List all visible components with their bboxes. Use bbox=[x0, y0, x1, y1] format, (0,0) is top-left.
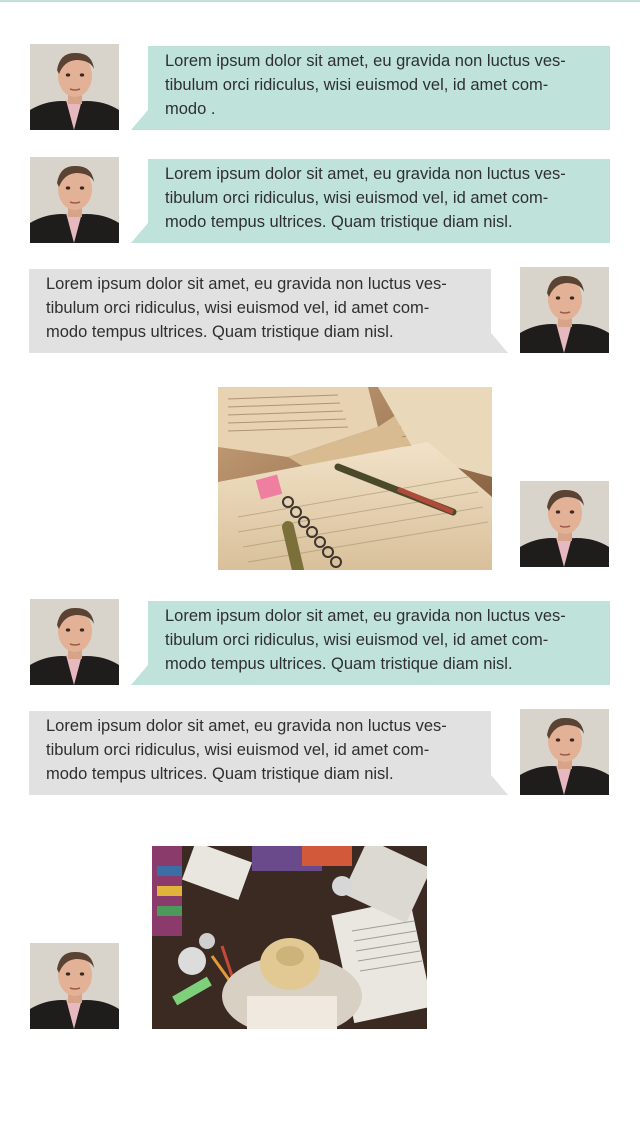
books-and-notebook-photo[interactable] bbox=[218, 387, 492, 570]
message-line: modo tempus ultrices. Quam tristique dia… bbox=[165, 655, 513, 673]
bubble-tail bbox=[131, 110, 148, 130]
message-bubble[interactable]: Lorem ipsum dolor sit amet, eu gravida n… bbox=[29, 269, 491, 353]
avatar[interactable] bbox=[520, 709, 609, 795]
avatar[interactable] bbox=[520, 267, 609, 353]
message-bubble[interactable]: Lorem ipsum dolor sit amet, eu gravida n… bbox=[148, 46, 610, 130]
message-line: modo tempus ultrices. Quam tristique dia… bbox=[46, 765, 394, 783]
bubble-tail bbox=[491, 775, 508, 795]
message-bubble[interactable]: Lorem ipsum dolor sit amet, eu gravida n… bbox=[29, 711, 491, 795]
message-incoming[interactable]: Lorem ipsum dolor sit amet, eu gravida n… bbox=[0, 599, 640, 685]
bubble-tail bbox=[131, 223, 148, 243]
message-line: modo tempus ultrices. Quam tristique dia… bbox=[165, 213, 513, 231]
avatar[interactable] bbox=[30, 943, 119, 1029]
message-line: Lorem ipsum dolor sit amet, eu gravida n… bbox=[165, 52, 566, 70]
message-incoming[interactable]: Lorem ipsum dolor sit amet, eu gravida n… bbox=[0, 157, 640, 243]
message-line: tibulum orci ridiculus, wisi euismod vel… bbox=[46, 299, 430, 317]
message-line: modo tempus ultrices. Quam tristique dia… bbox=[46, 323, 394, 341]
bubble-tail bbox=[131, 665, 148, 685]
avatar[interactable] bbox=[30, 157, 119, 243]
message-line: tibulum orci ridiculus, wisi euismod vel… bbox=[165, 631, 549, 649]
message-outgoing[interactable]: Lorem ipsum dolor sit amet, eu gravida n… bbox=[0, 267, 640, 353]
avatar[interactable] bbox=[30, 599, 119, 685]
message-line: Lorem ipsum dolor sit amet, eu gravida n… bbox=[46, 275, 447, 293]
message-line: modo . bbox=[165, 100, 216, 118]
bubble-tail bbox=[491, 333, 508, 353]
message-incoming-image[interactable] bbox=[0, 846, 640, 1029]
message-line: Lorem ipsum dolor sit amet, eu gravida n… bbox=[46, 717, 447, 735]
message-line: tibulum orci ridiculus, wisi euismod vel… bbox=[46, 741, 430, 759]
chat-thread[interactable]: Lorem ipsum dolor sit amet, eu gravida n… bbox=[0, 0, 640, 1123]
student-studying-desk-photo[interactable] bbox=[152, 846, 427, 1029]
message-line: tibulum orci ridiculus, wisi euismod vel… bbox=[165, 76, 549, 94]
message-line: Lorem ipsum dolor sit amet, eu gravida n… bbox=[165, 165, 566, 183]
avatar[interactable] bbox=[30, 44, 119, 130]
message-outgoing-image[interactable] bbox=[0, 387, 640, 570]
message-bubble[interactable]: Lorem ipsum dolor sit amet, eu gravida n… bbox=[148, 159, 610, 243]
message-incoming[interactable]: Lorem ipsum dolor sit amet, eu gravida n… bbox=[0, 44, 640, 130]
message-bubble[interactable]: Lorem ipsum dolor sit amet, eu gravida n… bbox=[148, 601, 610, 685]
message-line: tibulum orci ridiculus, wisi euismod vel… bbox=[165, 189, 549, 207]
message-line: Lorem ipsum dolor sit amet, eu gravida n… bbox=[165, 607, 566, 625]
message-outgoing[interactable]: Lorem ipsum dolor sit amet, eu gravida n… bbox=[0, 709, 640, 795]
avatar[interactable] bbox=[520, 481, 609, 567]
